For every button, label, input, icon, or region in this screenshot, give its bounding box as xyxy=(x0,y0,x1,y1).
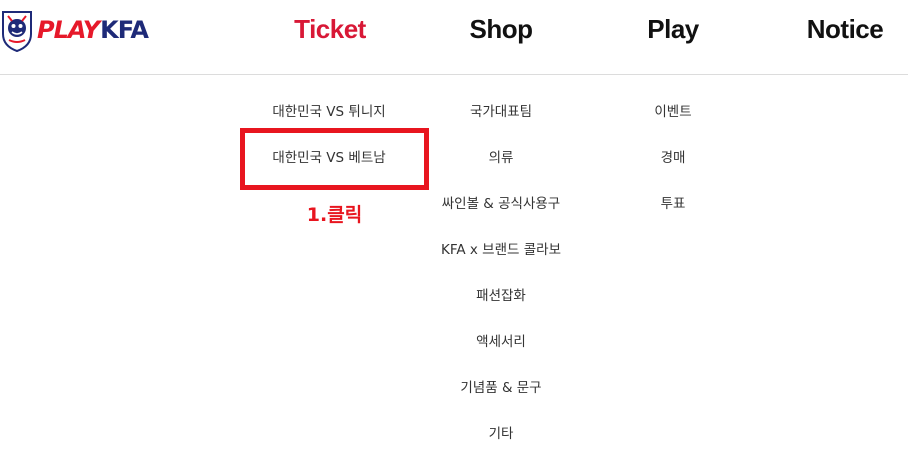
logo-play-text: PLAY xyxy=(37,16,100,44)
menu-item-signed-ball[interactable]: 싸인볼 & 공식사용구 xyxy=(401,181,601,227)
menu-item-accessories[interactable]: 액세서리 xyxy=(401,319,601,365)
top-header: PLAY KFA Ticket Shop Play Notice xyxy=(0,0,908,75)
menu-item-national-team[interactable]: 국가대표팀 xyxy=(401,89,601,135)
menu-item-brand-collab[interactable]: KFA x 브랜드 콜라보 xyxy=(401,227,601,273)
kfa-logo[interactable]: PLAY KFA xyxy=(0,8,149,52)
nav-play[interactable]: Play xyxy=(623,0,723,58)
menu-item-souvenirs[interactable]: 기념품 & 문구 xyxy=(401,365,601,411)
menu-item-auction[interactable]: 경매 xyxy=(573,135,773,181)
menu-item-vote[interactable]: 투표 xyxy=(573,181,773,227)
tiger-emblem-icon xyxy=(2,11,32,52)
logo-kfa-text: KFA xyxy=(100,16,149,44)
menu-item-event[interactable]: 이벤트 xyxy=(573,89,773,135)
logo-wordmark: PLAY KFA xyxy=(37,16,149,44)
nav-notice[interactable]: Notice xyxy=(790,0,900,58)
nav-ticket[interactable]: Ticket xyxy=(280,0,380,58)
menu-item-apparel[interactable]: 의류 xyxy=(401,135,601,181)
nav-shop[interactable]: Shop xyxy=(451,0,551,58)
menu-item-etc[interactable]: 기타 xyxy=(401,411,601,457)
menu-item-fashion-goods[interactable]: 패션잡화 xyxy=(401,273,601,319)
click-highlight-box xyxy=(240,128,429,190)
click-annotation-label: 1.클릭 xyxy=(306,204,363,226)
